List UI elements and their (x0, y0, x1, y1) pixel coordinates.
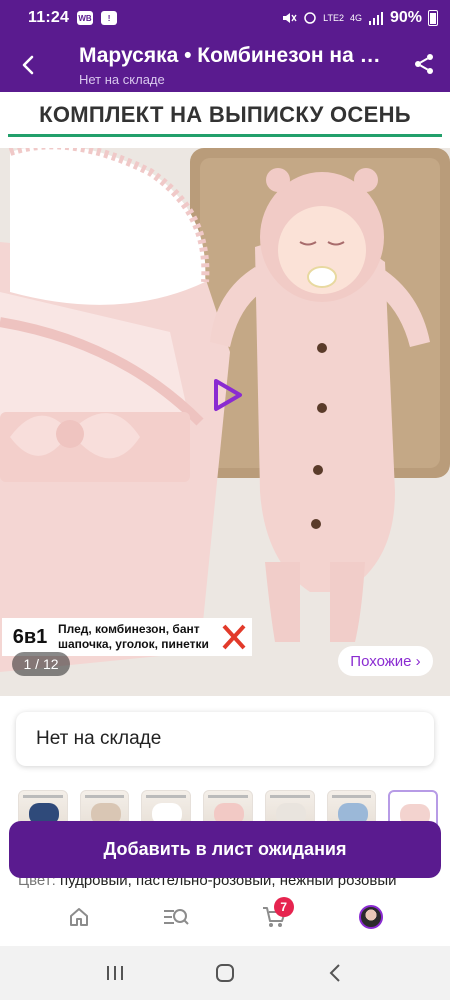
wb-app-icon: WB (77, 11, 94, 25)
stock-status-card: Нет на складе (16, 712, 434, 766)
play-video-icon[interactable] (206, 375, 246, 415)
home-system-button[interactable] (205, 953, 245, 993)
nav-home[interactable] (59, 897, 99, 937)
back-chevron-icon (329, 964, 340, 982)
bottom-nav: 7 (0, 888, 450, 946)
status-icons: LTE2 4G 90% (281, 9, 438, 27)
banner-underline (8, 134, 442, 137)
alarm-icon (304, 12, 316, 24)
back-system-button[interactable] (315, 953, 355, 993)
recent-apps-icon (107, 966, 123, 980)
page-subtitle: Нет на складе (79, 72, 165, 87)
status-time: 11:24 (28, 9, 70, 26)
app-header: Марусяка • Комбинезон на … Нет на складе (0, 36, 450, 92)
system-nav-bar (0, 946, 450, 1000)
status-bar: 11:24 WB ! LTE2 4G 90% (0, 0, 450, 36)
product-page: 11:24 WB ! LTE2 4G 90% Марусяка • Комбин… (0, 0, 450, 1000)
catalog-search-icon (164, 909, 189, 925)
promo-line-1: Плед, комбинезон, бант (58, 622, 200, 636)
promo-count: 6в1 (12, 625, 48, 648)
network-label: LTE2 (323, 12, 344, 23)
page-title: Марусяка • Комбинезон на … (79, 44, 381, 67)
avatar (359, 905, 384, 929)
back-arrow-icon (22, 55, 34, 75)
home-icon (69, 908, 88, 926)
mute-icon (283, 13, 297, 23)
cart-count-badge: 7 (273, 897, 294, 917)
home-circle-icon (216, 964, 234, 982)
recent-apps-button[interactable] (95, 953, 135, 993)
gift-icon (218, 620, 250, 654)
stock-status-label: Нет на складе (36, 728, 162, 749)
similar-button[interactable]: Похожие › (338, 646, 433, 676)
battery-percent: 90% (389, 9, 422, 26)
notification-icon: ! (101, 11, 118, 25)
back-button[interactable] (14, 50, 44, 80)
signal-icon (368, 12, 383, 25)
product-image[interactable]: КОМПЛЕКТ НА ВЫПИСКУ ОСЕНЬ 6в1 Плед, комб… (0, 92, 450, 696)
nav-profile[interactable] (351, 897, 391, 937)
promo-description: Плед, комбинезон, бант шапочка, уголок, … (58, 622, 209, 652)
nav-cart[interactable]: 7 (254, 897, 294, 937)
image-banner: КОМПЛЕКТ НА ВЫПИСКУ ОСЕНЬ (0, 92, 450, 148)
signal-label: 4G (349, 12, 362, 23)
share-icon (415, 54, 433, 74)
banner-title: КОМПЛЕКТ НА ВЫПИСКУ ОСЕНЬ (39, 102, 411, 127)
promo-line-2: шапочка, уголок, пинетки (58, 637, 209, 651)
promo-label: 6в1 Плед, комбинезон, бант шапочка, угол… (2, 618, 252, 656)
share-button[interactable] (408, 48, 440, 80)
battery-icon (428, 10, 438, 26)
nav-catalog[interactable] (156, 897, 196, 937)
add-to-waitlist-button[interactable]: Добавить в лист ожидания (9, 821, 441, 878)
image-counter: 1 / 12 (12, 652, 70, 676)
